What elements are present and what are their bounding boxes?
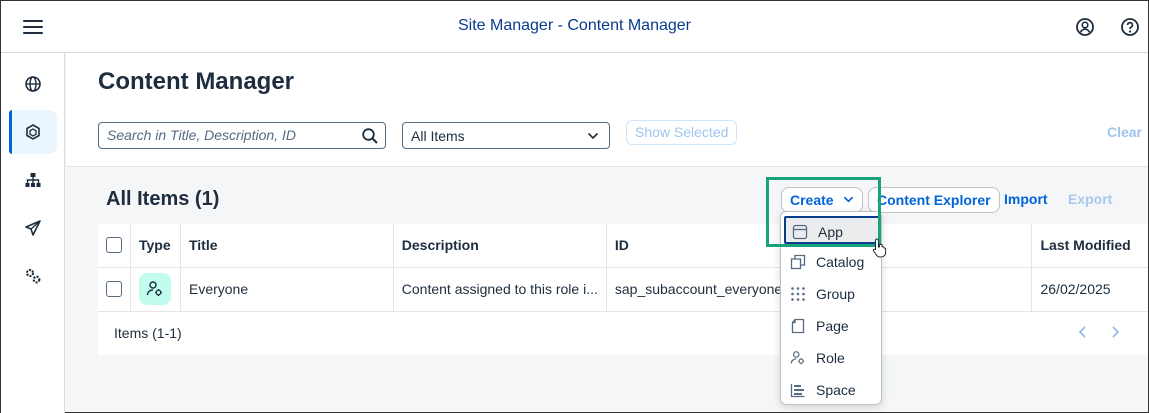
clear-button[interactable]: Clear (1107, 124, 1142, 140)
menu-item-label: Space (816, 382, 856, 398)
menu-item-label: Catalog (816, 254, 865, 270)
cell-last-modified: 26/02/2025 (1031, 267, 1148, 312)
table-header-row: Type Title Description ID Last Modified (98, 224, 1148, 268)
search-icon[interactable] (361, 127, 379, 145)
create-button[interactable]: Create (781, 187, 864, 213)
search-field[interactable] (98, 122, 386, 149)
nav-send[interactable] (9, 206, 57, 250)
menu-item-group[interactable]: Group (784, 280, 880, 308)
chevron-right-icon[interactable] (1109, 323, 1121, 341)
hierarchy-icon (25, 173, 41, 187)
menu-item-page[interactable]: Page (784, 312, 880, 340)
nav-hierarchy[interactable] (9, 158, 57, 202)
show-selected-button[interactable]: Show Selected (626, 120, 738, 145)
content-cube-icon (26, 124, 40, 140)
catalog-icon (790, 254, 806, 270)
menu-item-app[interactable]: App (784, 216, 880, 244)
chevron-down-icon (587, 132, 599, 140)
user-icon[interactable] (1074, 16, 1096, 38)
cell-title: Everyone (180, 267, 394, 312)
items-filter-select[interactable]: All Items (402, 122, 610, 149)
menu-item-label: Page (816, 318, 849, 334)
help-icon[interactable] (1119, 16, 1141, 38)
column-header-last-modified[interactable]: Last Modified (1031, 224, 1148, 268)
chevron-down-icon (844, 196, 854, 203)
row-checkbox[interactable] (106, 281, 122, 297)
group-grid-icon (791, 287, 805, 301)
role-icon (139, 273, 171, 305)
menu-item-label: Role (816, 350, 845, 366)
nav-globe[interactable] (9, 62, 57, 106)
shell-bar: Site Manager - Content Manager (1, 1, 1148, 53)
space-icon (790, 384, 805, 398)
cell-description: Content assigned to this role i... (393, 267, 607, 312)
content-table: Type Title Description ID Last Modified … (98, 224, 1148, 312)
page-title: Content Manager (98, 68, 295, 95)
globe-icon (25, 76, 41, 92)
nav-settings[interactable] (9, 254, 57, 298)
settings-gears-icon (25, 268, 41, 284)
column-header-title[interactable]: Title (180, 224, 394, 268)
side-navigation (1, 53, 65, 413)
menu-item-catalog[interactable]: Catalog (784, 248, 880, 276)
create-menu: App Catalog Group Page Role Space (780, 211, 882, 405)
table-title: All Items (1) (106, 188, 220, 210)
page-icon (791, 318, 805, 334)
paper-plane-icon (25, 220, 41, 236)
content-explorer-button[interactable]: Content Explorer (868, 187, 1000, 213)
table-row[interactable]: Everyone Content assigned to this role i… (98, 267, 1148, 312)
nav-content[interactable] (9, 110, 57, 154)
page-header: Content Manager All Items Show Selected … (66, 53, 1148, 167)
export-button[interactable]: Export (1068, 187, 1112, 213)
items-count: Items (1-1) (114, 325, 182, 341)
menu-item-role[interactable]: Role (784, 344, 880, 372)
app-icon (792, 224, 808, 240)
chevron-left-icon[interactable] (1077, 323, 1089, 341)
select-all-checkbox[interactable] (106, 237, 122, 254)
filter-value: All Items (411, 128, 465, 144)
menu-item-space[interactable]: Space (784, 376, 880, 404)
column-header-description[interactable]: Description (393, 224, 607, 268)
column-header-type[interactable]: Type (130, 224, 181, 268)
import-button[interactable]: Import (1004, 187, 1048, 213)
search-input[interactable] (99, 123, 349, 147)
role-icon (790, 351, 805, 365)
menu-item-label: App (818, 224, 843, 240)
shell-title: Site Manager - Content Manager (457, 17, 691, 34)
menu-item-label: Group (816, 286, 855, 302)
create-button-label: Create (790, 192, 834, 208)
